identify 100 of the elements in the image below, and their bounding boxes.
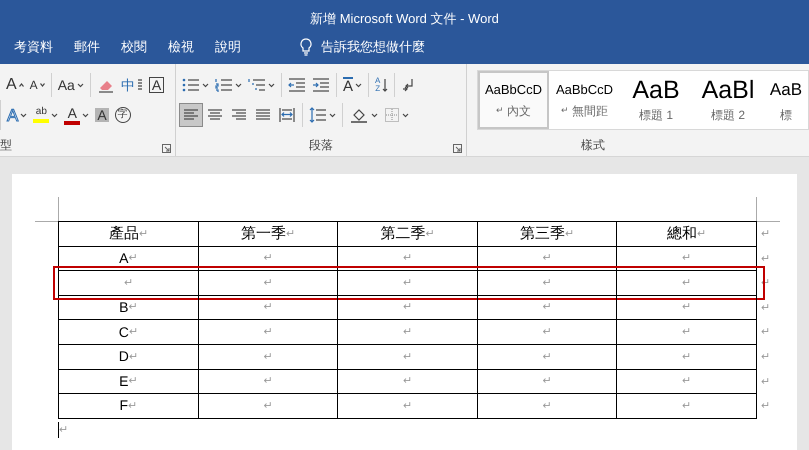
cell-text: 第三季 xyxy=(520,224,566,244)
cell-text: E xyxy=(119,372,128,391)
sort-button[interactable]: A Z xyxy=(372,73,392,97)
caret-icon xyxy=(51,112,58,118)
paragraph-mark: ↵ xyxy=(128,374,138,390)
paragraph-mark: ↵ xyxy=(542,324,552,340)
paragraph-mark: ↵ xyxy=(542,251,552,266)
caret-icon xyxy=(355,82,362,88)
paragraph-mark: ↵ xyxy=(402,251,412,266)
paragraph-mark: ↵ xyxy=(542,300,552,316)
paragraph-mark: ↵ xyxy=(128,324,138,340)
ribbon-tab[interactable]: 考資料 xyxy=(14,38,53,56)
multilevel-list-icon xyxy=(248,77,266,93)
window-title: 新增 Microsoft Word 文件 - Word xyxy=(310,10,499,28)
paragraph-mark: ↵ xyxy=(402,374,412,390)
align-left-icon xyxy=(183,108,199,122)
paragraph-mark: ↵ xyxy=(682,398,692,414)
ribbon-tab[interactable]: 說明 xyxy=(215,38,241,56)
justify-icon xyxy=(255,108,271,122)
paragraph-marks-icon xyxy=(401,77,416,93)
cell-text: 產品 xyxy=(108,224,139,244)
style-name: 無間距 xyxy=(572,102,608,120)
paragraph-mark: ↵ xyxy=(128,300,138,316)
align-left-button[interactable] xyxy=(179,103,203,127)
paragraph-mark: ↵ xyxy=(542,350,552,365)
style-item[interactable]: AaBbCcD ↵ 內文 xyxy=(478,71,549,129)
align-center-icon xyxy=(207,108,223,122)
row-end-mark: ↵ xyxy=(761,374,770,390)
paint-bucket-icon xyxy=(349,107,369,123)
align-right-icon xyxy=(231,108,247,122)
style-preview: AaBbCcD xyxy=(484,81,542,100)
paragraph-mark: ↵ xyxy=(263,374,272,390)
paragraph-mark: ↵ xyxy=(402,398,412,414)
cell-text: C xyxy=(118,322,129,342)
lightbulb-icon xyxy=(299,38,313,56)
paragraph-mark: ↵ xyxy=(565,226,574,242)
change-case-button[interactable]: Aa xyxy=(54,73,87,97)
character-shading-button[interactable]: A xyxy=(92,103,112,127)
dialog-launcher-icon xyxy=(453,144,462,153)
paragraph-mark: ↵ xyxy=(402,276,412,291)
font-color-button[interactable]: A xyxy=(61,103,92,127)
paragraph-mark: ↵ xyxy=(263,276,272,291)
caret-icon xyxy=(82,112,90,118)
caret-icon xyxy=(402,112,409,118)
borders-icon xyxy=(384,107,400,123)
paragraph-mark: ↵ xyxy=(561,104,569,117)
highlight-button[interactable]: ab xyxy=(30,103,62,127)
paragraph-mark: ↵ xyxy=(682,251,692,266)
cell-text: 第一季 xyxy=(240,224,286,244)
paragraph-mark: ↵ xyxy=(263,251,272,266)
paragraph-mark: ↵ xyxy=(682,374,692,390)
caret-icon xyxy=(268,82,275,88)
row-end-mark: ↵ xyxy=(761,350,770,365)
paragraph-mark: ↵ xyxy=(59,422,68,438)
asian-layout-button[interactable]: A xyxy=(340,73,366,97)
style-item[interactable]: AaBl 標題 2 xyxy=(692,71,764,129)
shrink-font-button[interactable]: A xyxy=(26,73,48,97)
ribbon-tab[interactable]: 郵件 xyxy=(74,38,100,56)
paragraph-mark: ↵ xyxy=(286,226,295,242)
line-spacing-icon xyxy=(309,107,327,123)
paragraph-mark: ↵ xyxy=(263,324,272,340)
group-label: 型 xyxy=(0,137,12,154)
style-item[interactable]: AaBbCcD ↵ 無間距 xyxy=(549,71,620,129)
enclose-characters-button[interactable]: 字 xyxy=(112,103,134,127)
tell-me-field[interactable]: 告訴我您想做什麼 xyxy=(321,38,451,56)
row-end-mark: ↵ xyxy=(761,252,770,267)
paragraph-mark: ↵ xyxy=(402,324,412,340)
group-label: 段落 xyxy=(309,137,333,154)
down-caret-icon xyxy=(40,83,45,87)
caret-icon xyxy=(20,112,28,118)
phonetic-guide-button[interactable]: 中 xyxy=(118,73,146,97)
paragraph-mark: ↵ xyxy=(542,276,552,291)
paragraph-mark: ↵ xyxy=(682,350,692,365)
paragraph-mark: ↵ xyxy=(128,398,138,414)
style-item[interactable]: AaB 標 xyxy=(764,71,808,129)
paragraph-mark: ↵ xyxy=(682,324,692,340)
paragraph-mark: ↵ xyxy=(496,104,504,117)
paragraph-mark: ↵ xyxy=(263,350,272,365)
bullet-list-icon xyxy=(182,77,200,93)
character-border-button[interactable]: A xyxy=(146,73,168,97)
numbered-list-icon xyxy=(215,77,233,93)
paragraph-mark: ↵ xyxy=(128,251,138,266)
ribbon-tab[interactable]: 校閱 xyxy=(121,38,147,56)
row-end-mark: ↵ xyxy=(761,227,770,242)
ribbon-tab[interactable]: 檢視 xyxy=(168,38,194,56)
style-name: 標 xyxy=(780,107,792,124)
cell-text: A xyxy=(119,248,128,268)
paragraph-mark: ↵ xyxy=(402,350,412,365)
small-lines-icon xyxy=(136,78,143,92)
decrease-indent-icon xyxy=(288,77,306,93)
style-preview: AaB xyxy=(632,76,680,104)
distribute-icon xyxy=(279,107,295,123)
paragraph-mark: ↵ xyxy=(263,398,272,414)
style-preview: AaB xyxy=(770,79,802,101)
style-name: 內文 xyxy=(507,102,531,120)
grow-font-button[interactable]: A xyxy=(3,73,27,97)
down-arrow-icon xyxy=(382,78,388,92)
cell-text: F xyxy=(120,396,128,416)
increase-indent-icon xyxy=(312,77,330,93)
style-item[interactable]: AaB 標題 1 xyxy=(620,71,692,129)
